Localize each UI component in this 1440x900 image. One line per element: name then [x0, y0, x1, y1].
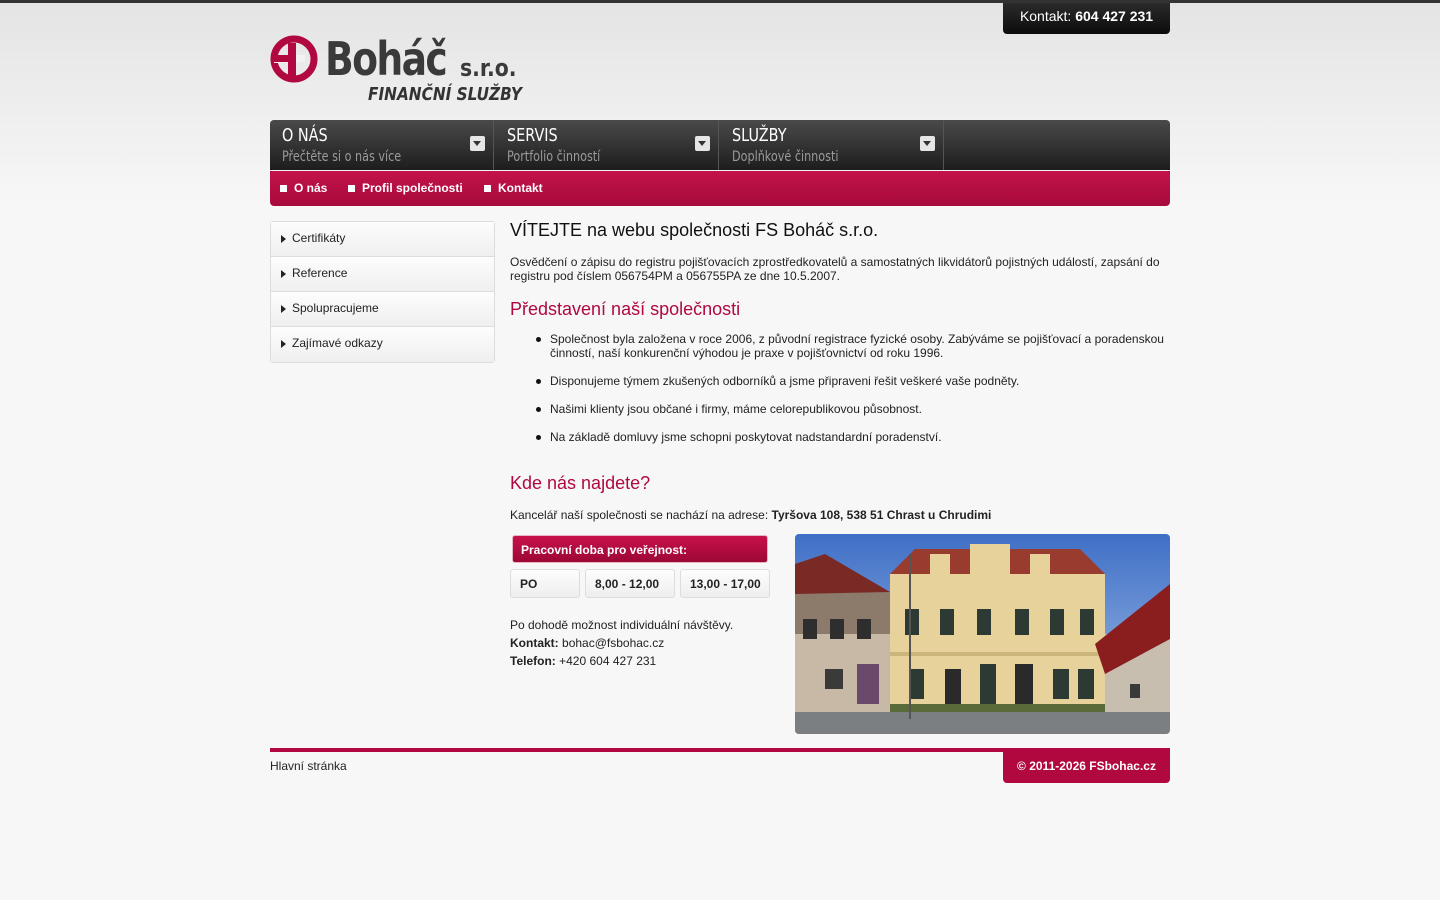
company-bullets: Společnost byla založena v roce 2006, z …: [536, 332, 1170, 458]
menu-item-o-nas[interactable]: O NÁS Přečtěte si o nás více: [270, 120, 494, 170]
chevron-down-icon[interactable]: [470, 136, 485, 151]
office-building-photo: [795, 534, 1170, 734]
logo-name: Boháč: [325, 32, 448, 86]
contact-email[interactable]: bohac@fsbohac.cz: [562, 636, 664, 650]
office-building-image: [795, 534, 1170, 734]
sidebar-item-zajimave-odkazy[interactable]: Zajímavé odkazy: [271, 327, 494, 362]
hours-afternoon: 13,00 - 17,00: [680, 569, 770, 598]
section-title-location: Kde nás najdete?: [510, 473, 651, 493]
hours-morning: 8,00 - 12,00: [585, 569, 675, 598]
address-value: Tyršova 108, 538 51 Chrast u Chrudimi: [771, 508, 992, 522]
menu-item-title: SERVIS: [507, 125, 558, 146]
header-contact-label: Kontakt:: [1019, 8, 1072, 24]
contact-phone: +420 604 427 231: [559, 654, 657, 668]
section-title-company: Představení naší společnosti: [510, 299, 741, 319]
chevron-down-icon[interactable]: [920, 136, 935, 151]
footer-copyright: © 2011-2026 FSbohac.cz: [1003, 749, 1170, 783]
submenu-item-o-nas[interactable]: O nás: [280, 171, 327, 206]
square-bullet-icon: [280, 185, 287, 192]
sidebar-item-reference[interactable]: Reference: [271, 257, 494, 292]
square-bullet-icon: [484, 185, 491, 192]
header-contact-phone[interactable]: 604 427 231: [1075, 8, 1153, 24]
menu-item-title: SLUŽBY: [732, 125, 787, 146]
submenu-item-kontakt[interactable]: Kontakt: [484, 171, 543, 206]
address-prefix: Kancelář naší společnosti se nachází na …: [510, 508, 769, 522]
menu-item-subtitle: Portfolio činností: [507, 149, 601, 165]
list-item: Společnost byla založena v roce 2006, z …: [536, 332, 1170, 360]
submenu-item-label: Profil společnosti: [362, 181, 463, 195]
sub-menu: O nás Profil společnosti Kontakt: [270, 171, 1170, 206]
main-menu: O NÁS Přečtěte si o nás více SERVIS Port…: [270, 120, 1170, 170]
logo[interactable]: Boháč s.r.o. FINANČNÍ SLUŽBY: [270, 32, 523, 108]
fs-logo-mark-icon: [270, 35, 318, 83]
header-contact: Kontakt: 604 427 231: [1003, 3, 1170, 34]
contact-email-label: Kontakt:: [510, 636, 559, 650]
submenu-item-profil[interactable]: Profil společnosti: [348, 171, 463, 206]
menu-item-subtitle: Přečtěte si o nás více: [282, 149, 402, 165]
logo-subtitle: FINANČNÍ SLUŽBY: [368, 84, 523, 105]
visit-note: Po dohodě možnost individuální návštěvy.: [510, 618, 734, 632]
menu-item-subtitle: Doplňkové činnosti: [732, 149, 839, 165]
contact-block: Po dohodě možnost individuální návštěvy.…: [510, 616, 733, 670]
submenu-item-label: O nás: [294, 181, 328, 195]
menu-item-servis[interactable]: SERVIS Portfolio činností: [495, 120, 719, 170]
hours-day: PO: [510, 569, 580, 598]
chevron-down-icon[interactable]: [695, 136, 710, 151]
intro-text: Osvědčení o zápisu do registru pojišťova…: [510, 255, 1160, 283]
sidebar-item-certifikaty[interactable]: Certifikáty: [271, 222, 494, 257]
menu-item-sluzby[interactable]: SLUŽBY Doplňkové činnosti: [720, 120, 944, 170]
logo-suffix: s.r.o.: [460, 54, 517, 82]
sidebar-item-spolupracujeme[interactable]: Spolupracujeme: [271, 292, 494, 327]
submenu-item-label: Kontakt: [498, 181, 543, 195]
contact-phone-label: Telefon:: [510, 654, 556, 668]
square-bullet-icon: [348, 185, 355, 192]
menu-item-title: O NÁS: [282, 125, 328, 146]
list-item: Disponujeme týmem zkušených odborníků a …: [536, 374, 1170, 388]
sidebar: Certifikáty Reference Spolupracujeme Zaj…: [270, 221, 495, 363]
list-item: Našimi klienty jsou občané i firmy, máme…: [536, 402, 1170, 416]
list-item: Na základě domluvy jsme schopni poskytov…: [536, 430, 1170, 444]
footer-home-link[interactable]: Hlavní stránka: [270, 759, 347, 773]
address-line: Kancelář naší společnosti se nachází na …: [510, 508, 991, 522]
page-title: VÍTEJTE na webu společnosti FS Boháč s.r…: [510, 220, 879, 240]
page-wrapper: Kontakt: 604 427 231 Boháč s.r.o. FINANČ…: [270, 0, 1170, 900]
opening-hours-header: Pracovní doba pro veřejnost:: [512, 535, 768, 563]
